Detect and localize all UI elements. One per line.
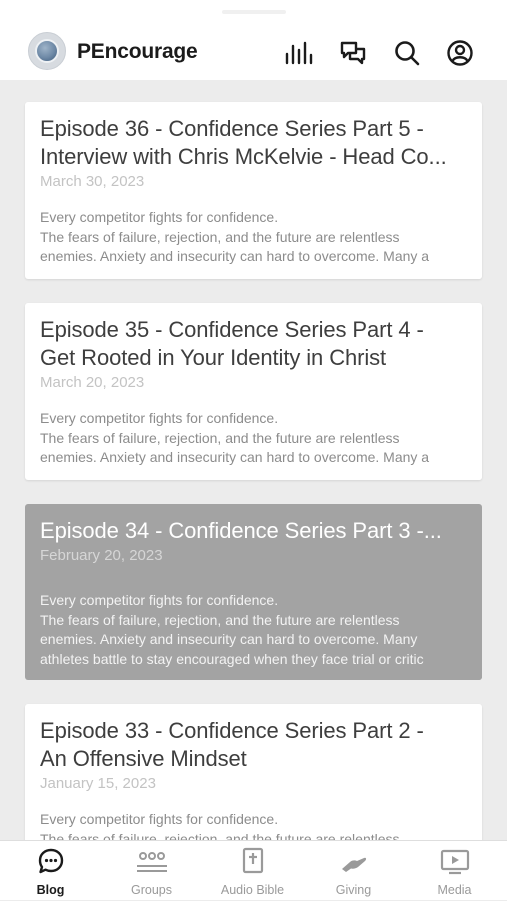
excerpt-line: enemies. Anxiety and insecurity can hard… [40,631,418,647]
post-card[interactable]: Episode 36 - Confidence Series Part 5 - … [25,102,482,279]
blog-chat-icon [38,848,63,874]
post-title: Interview with Chris McKelvie - Head Co.… [40,144,447,169]
post-date: February 20, 2023 [40,547,163,564]
media-icon [440,849,469,875]
tab-audio-bible[interactable]: Audio Bible [202,841,303,901]
excerpt-line: The fears of failure, rejection, and the… [40,611,400,628]
tab-label: Audio Bible [220,883,285,897]
app-logo[interactable] [28,32,66,70]
excerpt-line: Every competitor fights for confidence. [40,410,279,426]
excerpt-line: The fears of failure, rejection, and the… [40,830,400,841]
audio-bible-icon [242,847,263,874]
stats-bars-icon[interactable] [284,38,314,68]
logo-emblem [35,39,59,63]
tab-media[interactable]: Media [404,841,505,901]
post-title: Episode 34 - Confidence Series Part 3 -.… [40,518,442,543]
app-title: PEncourage [77,40,198,63]
excerpt-fade [442,251,482,279]
account-icon[interactable] [445,38,475,68]
excerpt-line: enemies. Anxiety and insecurity can hard… [40,248,430,264]
chat-bubbles-icon[interactable] [338,38,368,68]
post-card[interactable]: Episode 35 - Confidence Series Part 4 - … [25,303,482,480]
post-title: Episode 36 - Confidence Series Part 5 - [40,116,424,141]
post-title: Episode 33 - Confidence Series Part 2 - [40,718,424,743]
post-excerpt: Every competitor fights for confidence. … [40,810,466,840]
tab-groups[interactable]: Groups [101,841,202,901]
excerpt-line: athletes battle to stay encouraged when … [40,650,424,667]
tab-label: Groups [131,883,172,897]
post-title: An Offensive Mindset [40,746,247,771]
giving-icon [341,857,366,872]
post-date: March 30, 2023 [40,173,145,190]
excerpt-line: Every competitor fights for confidence. [40,811,279,827]
post-excerpt: Every competitor fights for confidence. … [40,591,466,669]
groups-icon [136,852,167,872]
blog-post-feed[interactable]: Episode 36 - Confidence Series Part 5 - … [0,80,507,840]
post-excerpt: Every competitor fights for confidence. … [40,208,466,267]
post-title: Get Rooted in Your Identity in Christ [40,345,387,370]
tab-label: Blog [36,883,65,897]
post-date: March 20, 2023 [40,374,145,391]
post-excerpt: Every competitor fights for confidence. … [40,409,466,468]
excerpt-fade [442,452,482,480]
post-date: January 15, 2023 [40,775,156,792]
app-header: PEncourage [0,0,507,80]
tab-giving[interactable]: Giving [303,841,404,901]
excerpt-line: Every competitor fights for confidence. [40,592,279,608]
excerpt-line: enemies. Anxiety and insecurity can hard… [40,449,430,465]
excerpt-fade [442,652,482,680]
excerpt-line: Every competitor fights for confidence. [40,209,279,225]
bottom-tab-bar: Blog Groups Audio Bible Giving Media [0,840,507,900]
tab-blog[interactable]: Blog [0,841,101,901]
post-title: Episode 35 - Confidence Series Part 4 - [40,317,424,342]
post-card[interactable]: Episode 33 - Confidence Series Part 2 - … [25,704,482,840]
status-bar-indicator [222,10,286,14]
tab-label: Media [437,883,472,897]
excerpt-line: The fears of failure, rejection, and the… [40,228,400,245]
tab-label: Giving [335,883,372,897]
search-icon[interactable] [392,38,422,68]
post-card-selected[interactable]: Episode 34 - Confidence Series Part 3 -.… [25,504,482,680]
excerpt-line: The fears of failure, rejection, and the… [40,429,400,446]
